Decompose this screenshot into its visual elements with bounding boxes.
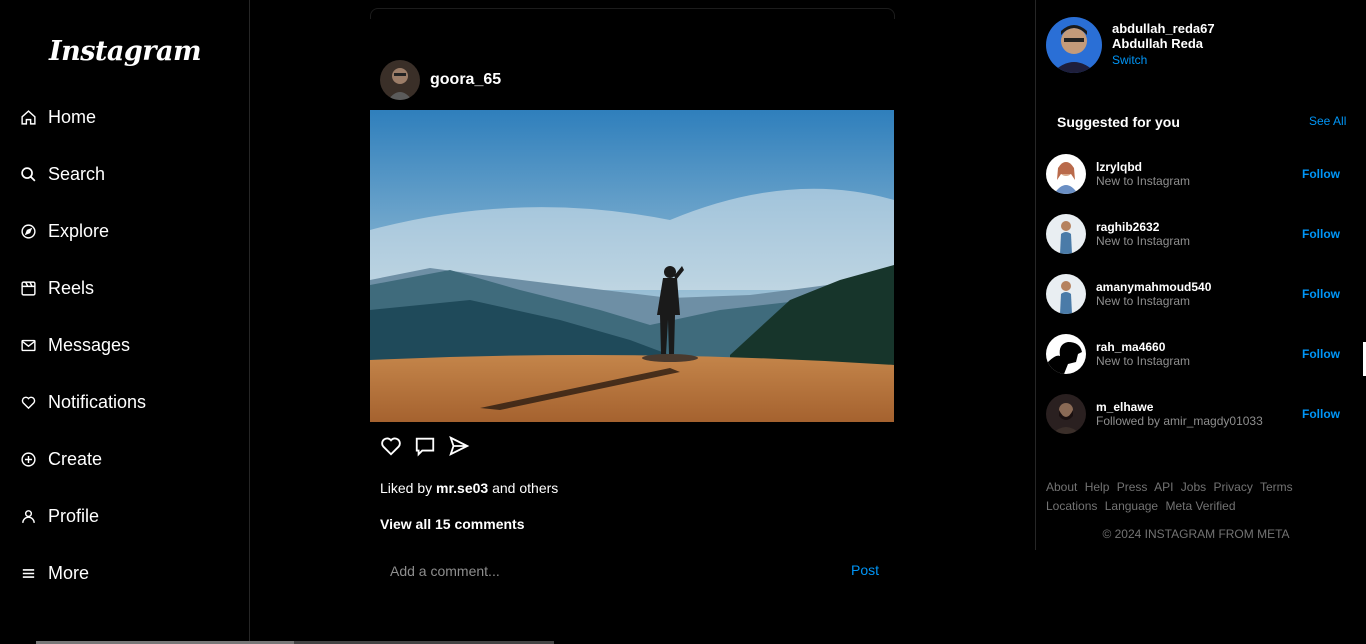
sidebar-item-messages[interactable]: Messages (20, 330, 130, 360)
suggestion-username[interactable]: amanymahmoud540 (1096, 280, 1211, 294)
suggestion-subtitle: Followed by amir_magdy01033 (1096, 414, 1263, 428)
suggestion-avatar[interactable] (1046, 154, 1086, 194)
sidebar-item-label: Profile (48, 505, 100, 526)
suggestion-username[interactable]: m_elhawe (1096, 400, 1153, 414)
suggestion-item: rah_ma4660 New to Instagram Follow (1046, 334, 1346, 374)
footer-link[interactable]: Press (1117, 480, 1148, 494)
heart-icon (21, 396, 36, 409)
share-send-icon[interactable] (448, 435, 470, 457)
sidebar-item-home[interactable]: Home (20, 102, 96, 132)
post-comment-button[interactable]: Post (851, 562, 879, 578)
footer-link[interactable]: Meta Verified (1165, 499, 1235, 513)
follow-button[interactable]: Follow (1302, 407, 1340, 421)
home-icon (21, 109, 36, 125)
likes-summary: Liked by mr.se03 and others (380, 480, 558, 496)
suggestion-item: raghib2632 New to Instagram Follow (1046, 214, 1346, 254)
like-heart-icon[interactable] (380, 435, 402, 457)
suggestion-avatar[interactable] (1046, 394, 1086, 434)
plus-circle-icon (21, 451, 36, 467)
suggestion-avatar[interactable] (1046, 214, 1086, 254)
copyright: © 2024 INSTAGRAM FROM META (1102, 527, 1290, 541)
view-all-comments-link[interactable]: View all 15 comments (380, 516, 524, 532)
compass-icon (21, 223, 36, 239)
suggestion-avatar[interactable] (1046, 334, 1086, 374)
sidebar-item-explore[interactable]: Explore (20, 216, 109, 246)
footer-link[interactable]: API (1154, 480, 1173, 494)
follow-button[interactable]: Follow (1302, 167, 1340, 181)
suggestions-title: Suggested for you (1057, 114, 1180, 130)
current-user-avatar[interactable] (1046, 17, 1102, 73)
suggestion-subtitle: New to Instagram (1096, 294, 1191, 308)
sidebar-item-label: Reels (48, 277, 95, 298)
sidebar-item-profile[interactable]: Profile (20, 501, 99, 531)
footer-link[interactable]: Locations (1046, 499, 1097, 513)
sidebar-item-label: Home (48, 106, 97, 127)
sidebar-item-label: Explore (48, 220, 110, 241)
liked-by-username[interactable]: mr.se03 (436, 480, 488, 496)
post-author-avatar[interactable] (380, 60, 420, 100)
sidebar-item-label: Create (48, 448, 103, 469)
current-user-name: Abdullah Reda (1112, 36, 1204, 51)
follow-button[interactable]: Follow (1302, 227, 1340, 241)
instagram-logo[interactable]: Instagram (0, 36, 250, 67)
comment-icon[interactable] (414, 435, 436, 457)
sidebar-item-more[interactable]: More (20, 558, 89, 588)
mail-icon (21, 339, 36, 351)
sidebar: Instagram Home Search Explore Reels Mess… (0, 0, 250, 644)
suggestion-username[interactable]: rah_ma4660 (1096, 340, 1165, 354)
footer-link[interactable]: Jobs (1181, 480, 1206, 494)
sidebar-item-search[interactable]: Search (20, 159, 105, 189)
sidebar-item-reels[interactable]: Reels (20, 273, 94, 303)
post-actions (380, 435, 470, 457)
suggestion-item: amanymahmoud540 New to Instagram Follow (1046, 274, 1346, 314)
suggestion-username[interactable]: raghib2632 (1096, 220, 1159, 234)
menu-icon (22, 568, 35, 578)
sidebar-item-create[interactable]: Create (20, 444, 102, 474)
post-header: goora_65 (380, 60, 501, 100)
likes-prefix: Liked by (380, 480, 433, 496)
footer-link[interactable]: Language (1105, 499, 1158, 513)
search-icon (21, 166, 36, 181)
previous-post-edge (370, 8, 895, 19)
footer-link[interactable]: Help (1085, 480, 1110, 494)
sidebar-item-label: More (48, 562, 90, 583)
sidebar-item-label: Messages (48, 334, 131, 355)
post-author-username[interactable]: goora_65 (430, 71, 501, 89)
suggestion-subtitle: New to Instagram (1096, 234, 1191, 248)
suggestion-subtitle: New to Instagram (1096, 354, 1191, 368)
follow-button[interactable]: Follow (1302, 287, 1340, 301)
suggestion-subtitle: New to Instagram (1096, 174, 1191, 188)
current-user-username[interactable]: abdullah_reda67 (1112, 21, 1215, 36)
right-column-divider (1035, 0, 1036, 550)
sidebar-item-label: Search (48, 163, 106, 184)
suggestion-avatar[interactable] (1046, 274, 1086, 314)
likes-suffix: and others (492, 480, 559, 496)
suggestion-username[interactable]: lzrylqbd (1096, 160, 1142, 174)
sidebar-item-label: Notifications (48, 391, 147, 412)
footer-link[interactable]: About (1046, 480, 1077, 494)
follow-button[interactable]: Follow (1302, 347, 1340, 361)
footer-link[interactable]: Privacy (1213, 480, 1252, 494)
switch-account-link[interactable]: Switch (1112, 53, 1215, 68)
sidebar-item-notifications[interactable]: Notifications (20, 387, 146, 417)
reels-icon (21, 280, 36, 296)
see-all-link[interactable]: See All (1309, 114, 1346, 128)
footer-link[interactable]: Terms (1260, 480, 1293, 494)
comment-input[interactable] (380, 556, 812, 586)
post-image[interactable] (370, 110, 894, 422)
footer-links: About Help Press API Jobs Privacy Terms … (1046, 478, 1346, 516)
user-icon (22, 509, 35, 523)
suggestion-item: m_elhawe Followed by amir_magdy01033 Fol… (1046, 394, 1346, 434)
suggestion-item: lzrylqbd New to Instagram Follow (1046, 154, 1346, 194)
current-user: abdullah_reda67 Abdullah Reda Switch (1046, 17, 1215, 73)
